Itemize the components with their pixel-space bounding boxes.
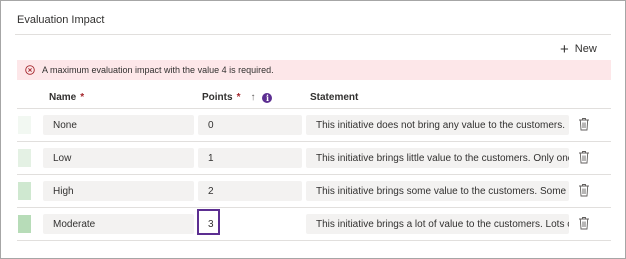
required-asterisk: * xyxy=(80,92,85,103)
name-field[interactable]: Moderate xyxy=(43,214,194,234)
plus-icon: + xyxy=(560,40,569,58)
info-icon[interactable]: i xyxy=(262,92,273,103)
name-field[interactable]: Low xyxy=(43,148,194,168)
sort-ascending-icon[interactable]: ↑ xyxy=(250,92,255,103)
trash-icon[interactable] xyxy=(578,216,590,230)
trash-icon[interactable] xyxy=(578,150,590,164)
error-message-text: A maximum evaluation impact with the val… xyxy=(42,65,274,75)
statement-field[interactable]: This initiative brings a lot of value to… xyxy=(306,214,569,234)
points-field[interactable]: 1 xyxy=(198,148,302,168)
error-circle-icon xyxy=(25,65,35,75)
focus-highlight xyxy=(197,209,220,235)
column-header-statement[interactable]: Statement xyxy=(310,92,358,103)
table-row: Low 1 This initiative brings little valu… xyxy=(17,142,611,175)
column-header-points-label: Points xyxy=(202,92,233,103)
impact-color-swatch[interactable] xyxy=(18,116,31,134)
points-field[interactable]: 2 xyxy=(198,181,302,201)
impact-color-swatch[interactable] xyxy=(18,215,31,233)
impact-color-swatch[interactable] xyxy=(18,182,31,200)
points-field[interactable]: 0 xyxy=(198,115,302,135)
table-header: Name * Points * ↑ i Statement xyxy=(17,87,611,109)
impact-color-swatch[interactable] xyxy=(18,149,31,167)
name-field[interactable]: None xyxy=(43,115,194,135)
column-header-name[interactable]: Name * xyxy=(49,92,84,103)
trash-icon[interactable] xyxy=(578,183,590,197)
statement-field[interactable]: This initiative does not bring any value… xyxy=(306,115,569,135)
name-field[interactable]: High xyxy=(43,181,194,201)
table-row: Moderate 3 This initiative brings a lot … xyxy=(17,208,611,241)
statement-field[interactable]: This initiative brings little value to t… xyxy=(306,148,569,168)
section-title: Evaluation Impact xyxy=(17,14,105,26)
error-message-bar: A maximum evaluation impact with the val… xyxy=(17,60,611,80)
title-divider xyxy=(15,34,611,35)
required-asterisk: * xyxy=(236,92,241,103)
table-row: High 2 This initiative brings some value… xyxy=(17,175,611,208)
trash-icon[interactable] xyxy=(578,117,590,131)
column-header-statement-label: Statement xyxy=(310,92,359,103)
evaluation-impact-panel: Evaluation Impact + New A maximum evalua… xyxy=(0,0,626,259)
table-row: None 0 This initiative does not bring an… xyxy=(17,109,611,142)
column-header-points[interactable]: Points * ↑ i xyxy=(202,92,273,103)
new-button[interactable]: + New xyxy=(560,40,597,58)
new-button-label: New xyxy=(574,43,597,55)
column-header-name-label: Name xyxy=(49,92,77,103)
statement-field[interactable]: This initiative brings some value to the… xyxy=(306,181,569,201)
